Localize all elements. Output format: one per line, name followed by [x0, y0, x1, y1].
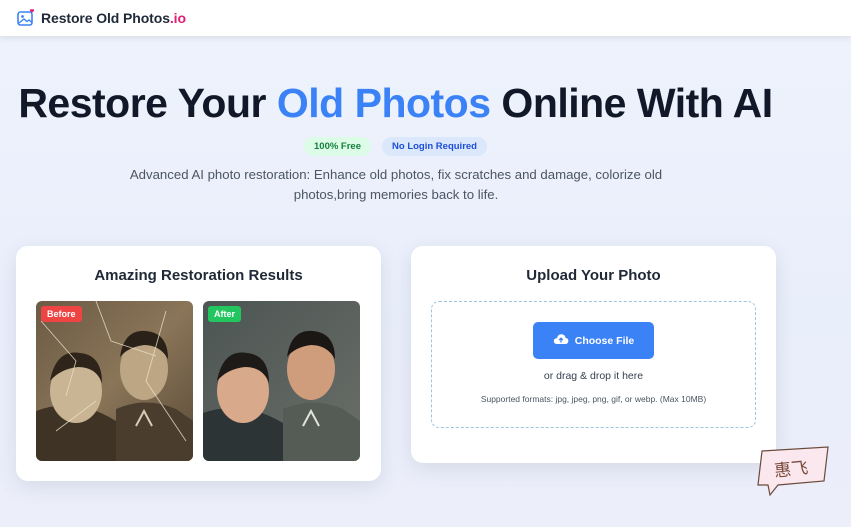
upload-card: Upload Your Photo Choose File or drag & …	[411, 246, 776, 463]
feature-badges: 100% Free No Login Required	[0, 137, 791, 156]
before-photo: Before	[36, 301, 193, 461]
hero-title-highlight: Old Photos	[276, 80, 491, 126]
brand-suffix: .io	[169, 10, 186, 26]
after-tag: After	[208, 306, 242, 322]
hero-title: Restore Your Old Photos Online With AI	[0, 80, 791, 127]
watermark-text: 惠飞	[773, 458, 810, 482]
supported-formats-text: Supported formats: jpg, jpeg, png, gif, …	[480, 394, 707, 404]
hero-title-part2: Online With AI	[490, 80, 773, 126]
upload-title: Upload Your Photo	[526, 267, 661, 284]
results-title: Amazing Restoration Results	[94, 267, 303, 284]
hero-title-part1: Restore Your	[18, 80, 277, 126]
choose-file-label: Choose File	[574, 334, 635, 347]
brand-logo-text[interactable]: Restore Old Photos.io	[41, 10, 186, 26]
badge-no-login: No Login Required	[382, 137, 487, 156]
choose-file-button[interactable]: Choose File	[533, 322, 654, 359]
hero-subtitle: Advanced AI photo restoration: Enhance o…	[129, 167, 663, 202]
cloud-upload-icon	[553, 333, 569, 348]
file-dropzone[interactable]: Choose File or drag & drop it here Suppo…	[431, 301, 756, 428]
brand-name: Restore Old Photos	[41, 10, 170, 26]
top-navbar: Restore Old Photos.io	[0, 0, 851, 36]
watermark-sticker: 惠飞	[752, 445, 834, 497]
before-tag: Before	[41, 306, 82, 322]
drag-drop-hint: or drag & drop it here	[543, 370, 644, 382]
after-photo: After	[203, 301, 360, 461]
restoration-results-card: Amazing Restoration Results Before After	[16, 246, 381, 481]
badge-free: 100% Free	[304, 137, 372, 156]
photo-heart-icon[interactable]	[16, 8, 36, 28]
